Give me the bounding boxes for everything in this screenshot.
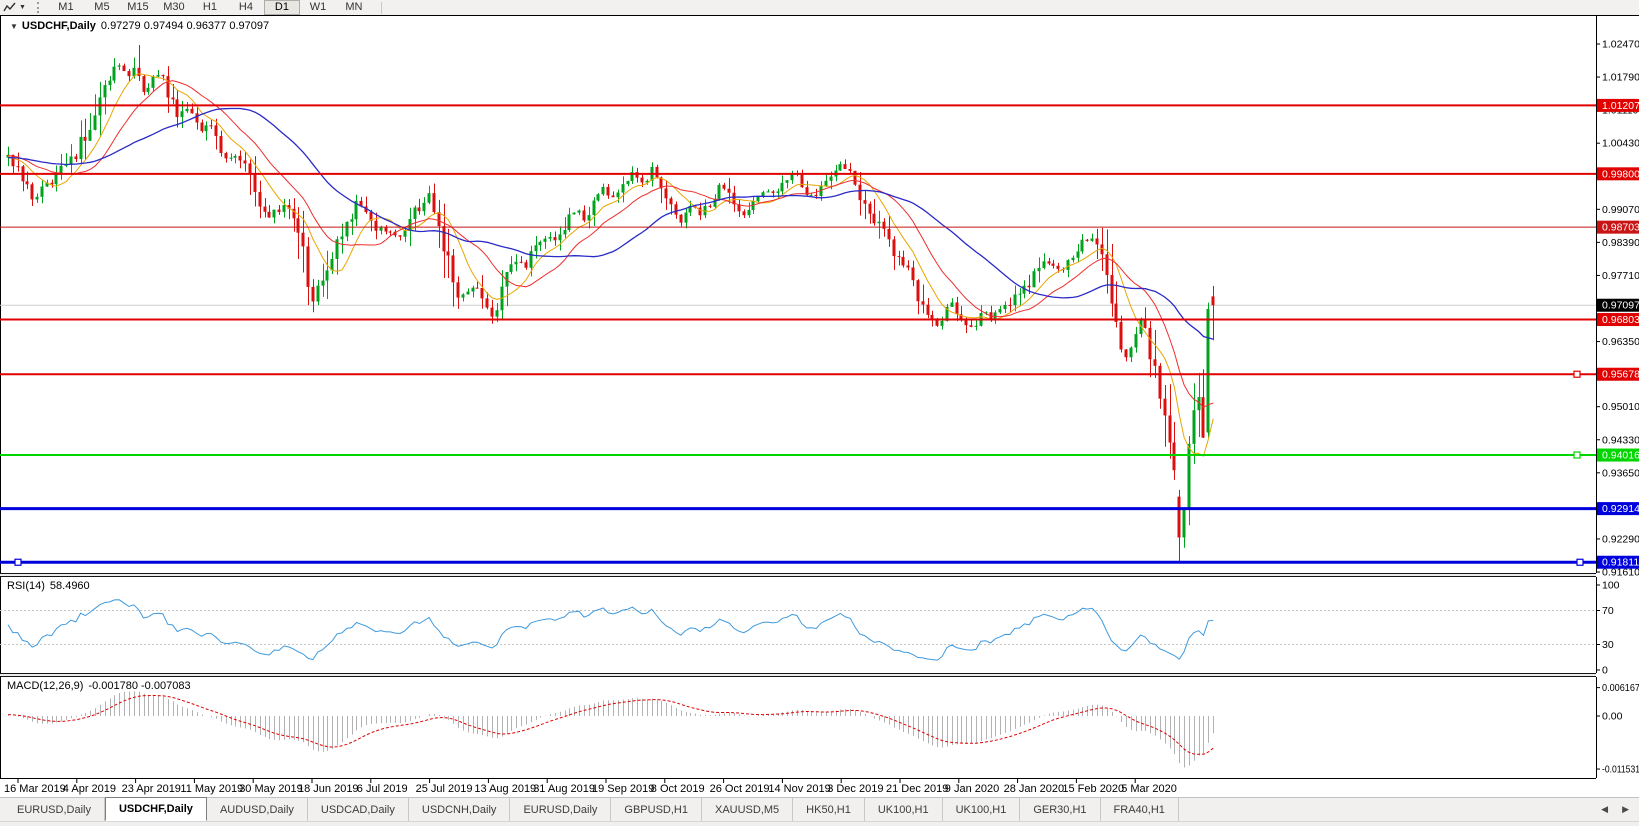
svg-text:1.00430: 1.00430 [1602,138,1639,150]
date-label: 23 Apr 2019 [122,783,181,795]
chart-tabs: EURUSD,DailyUSDCHF,DailyAUDUSD,DailyUSDC… [0,798,1179,821]
rsi-pane[interactable]: 10070300 [0,577,1639,673]
chart-title-caret[interactable]: ▼ [10,22,18,31]
svg-text:0.92914: 0.92914 [1602,503,1639,515]
chart-tab-usdcad-daily[interactable]: USDCAD,Daily [308,798,409,821]
rsi-name: RSI(14) [7,580,45,592]
mt4-chart-window: ▼ M1M5M15M30H1H4D1W1MN 1.02470 1.01790 1.0… [0,0,1639,826]
chart-tab-hk50-h1[interactable]: HK50,H1 [793,798,865,821]
date-label: 5 Mar 2020 [1121,783,1177,795]
timeframe-button-mn[interactable]: MN [336,0,372,15]
date-axis[interactable]: 16 Mar 20194 Apr 2019 23 Apr 201911 May 2… [0,778,1639,797]
svg-text:0.92290: 0.92290 [1602,533,1639,545]
chart-tab-audusd-daily[interactable]: AUDUSD,Daily [207,798,308,821]
svg-text:0.96350: 0.96350 [1602,336,1639,348]
timeframe-toolbar: ▼ M1M5M15M30H1H4D1W1MN [0,0,1639,16]
timeframe-button-m1[interactable]: M1 [48,0,84,15]
date-label: 9 Jan 2020 [945,783,999,795]
timeframe-button-m5[interactable]: M5 [84,0,120,15]
timeframe-button-m30[interactable]: M30 [156,0,192,15]
date-label: 3 Dec 2019 [827,783,883,795]
chart-title-symbol: USDCHF,Daily [22,20,96,32]
toolbar-separator [381,2,382,14]
svg-text:0.94016: 0.94016 [1602,450,1639,462]
svg-text:1.01207: 1.01207 [1602,100,1639,112]
date-label: 16 Mar 2019 [4,783,66,795]
svg-text:100: 100 [1602,580,1620,592]
svg-text:0.96803: 0.96803 [1602,314,1639,326]
chart-tab-fra40-h1[interactable]: FRA40,H1 [1101,798,1179,821]
svg-text:70: 70 [1602,605,1614,617]
date-label: 28 Jan 2020 [1004,783,1065,795]
svg-text:0.93650: 0.93650 [1602,467,1639,479]
svg-text:0.98390: 0.98390 [1602,237,1639,249]
date-label: 19 Sep 2019 [592,783,654,795]
date-label: 21 Dec 2019 [886,783,948,795]
svg-text:-0.011531: -0.011531 [1602,764,1639,776]
tab-scroll-left-icon[interactable]: ◀ [1601,804,1608,815]
tab-scroll-right-icon[interactable]: ▶ [1622,804,1629,815]
timeframe-buttons: M1M5M15M30H1H4D1W1MN [48,0,372,15]
chart-tab-ger30-h1[interactable]: GER30,H1 [1020,798,1100,821]
svg-text:1.01790: 1.01790 [1602,72,1639,84]
svg-text:0: 0 [1602,665,1608,677]
chart-tab-xauusd-m5[interactable]: XAUUSD,M5 [702,798,793,821]
chart-tab-bar: EURUSD,DailyUSDCHF,DailyAUDUSD,DailyUSDC… [0,797,1639,821]
timeframe-button-m15[interactable]: M15 [120,0,156,15]
date-label: 8 Oct 2019 [651,783,705,795]
svg-text:0.97097: 0.97097 [1602,300,1639,312]
macd-pane[interactable]: 0.006167 0.00 -0.011531 [0,677,1639,778]
chart-tab-uk100-h1[interactable]: UK100,H1 [943,798,1021,821]
chart-type-icon[interactable] [3,2,16,13]
macd-name: MACD(12,26,9) [7,680,83,692]
chart-tab-usdcnh-daily[interactable]: USDCNH,Daily [409,798,511,821]
date-label: 4 Apr 2019 [63,783,116,795]
chart-tab-uk100-h1[interactable]: UK100,H1 [865,798,943,821]
status-bar [0,821,1639,826]
svg-text:1.02470: 1.02470 [1602,39,1639,51]
date-label: 13 Aug 2019 [474,783,536,795]
svg-text:0.006167: 0.006167 [1602,682,1639,694]
svg-text:0.98703: 0.98703 [1602,222,1639,234]
svg-text:0.91811: 0.91811 [1602,557,1639,569]
macd-values: -0.001780 -0.007083 [88,680,190,692]
svg-text:0.99070: 0.99070 [1602,204,1639,216]
date-label: 30 May 2019 [239,783,303,795]
svg-text:0.99800: 0.99800 [1602,168,1639,180]
rsi-value: 58.4960 [50,580,90,592]
date-label: 26 Oct 2019 [710,783,770,795]
svg-text:0.95010: 0.95010 [1602,401,1639,413]
svg-text:0.95678: 0.95678 [1602,369,1639,381]
toolbar-grip[interactable] [37,2,41,13]
date-label: 25 Jul 2019 [416,783,473,795]
timeframe-button-d1[interactable]: D1 [264,0,300,15]
date-label: 11 May 2019 [180,783,243,795]
macd-indicator-label: MACD(12,26,9) -0.001780 -0.007083 [7,680,191,692]
chart-tab-gbpusd-h1[interactable]: GBPUSD,H1 [611,798,702,821]
chart-tab-eurusd-daily[interactable]: EURUSD,Daily [510,798,611,821]
timeframe-button-h4[interactable]: H4 [228,0,264,15]
chart-title-ohlc: 0.97279 0.97494 0.96377 0.97097 [101,20,269,32]
svg-text:30: 30 [1602,639,1614,651]
date-label: 31 Aug 2019 [533,783,595,795]
chart-type-dropdown-caret[interactable]: ▼ [19,4,26,11]
svg-text:0.97710: 0.97710 [1602,270,1639,282]
rsi-indicator-label: RSI(14) 58.4960 [7,580,90,592]
chart-title: ▼ USDCHF,Daily 0.97279 0.97494 0.96377 0.9… [7,20,269,32]
svg-text:0.00: 0.00 [1602,711,1623,723]
date-label: 18 Jun 2019 [298,783,359,795]
svg-text:0.94330: 0.94330 [1602,434,1639,446]
chart-tab-usdchf-daily[interactable]: USDCHF,Daily [105,797,207,821]
date-label: 15 Feb 2020 [1062,783,1124,795]
date-label: 14 Nov 2019 [768,783,830,795]
date-label: 6 Jul 2019 [357,783,408,795]
main-price-chart[interactable]: 1.024701.017901.011101.004300.990700.983… [0,15,1639,573]
tab-navigation: ◀ ▶ [1601,798,1639,821]
chart-tab-eurusd-daily[interactable]: EURUSD,Daily [4,798,105,821]
timeframe-button-h1[interactable]: H1 [192,0,228,15]
timeframe-button-w1[interactable]: W1 [300,0,336,15]
